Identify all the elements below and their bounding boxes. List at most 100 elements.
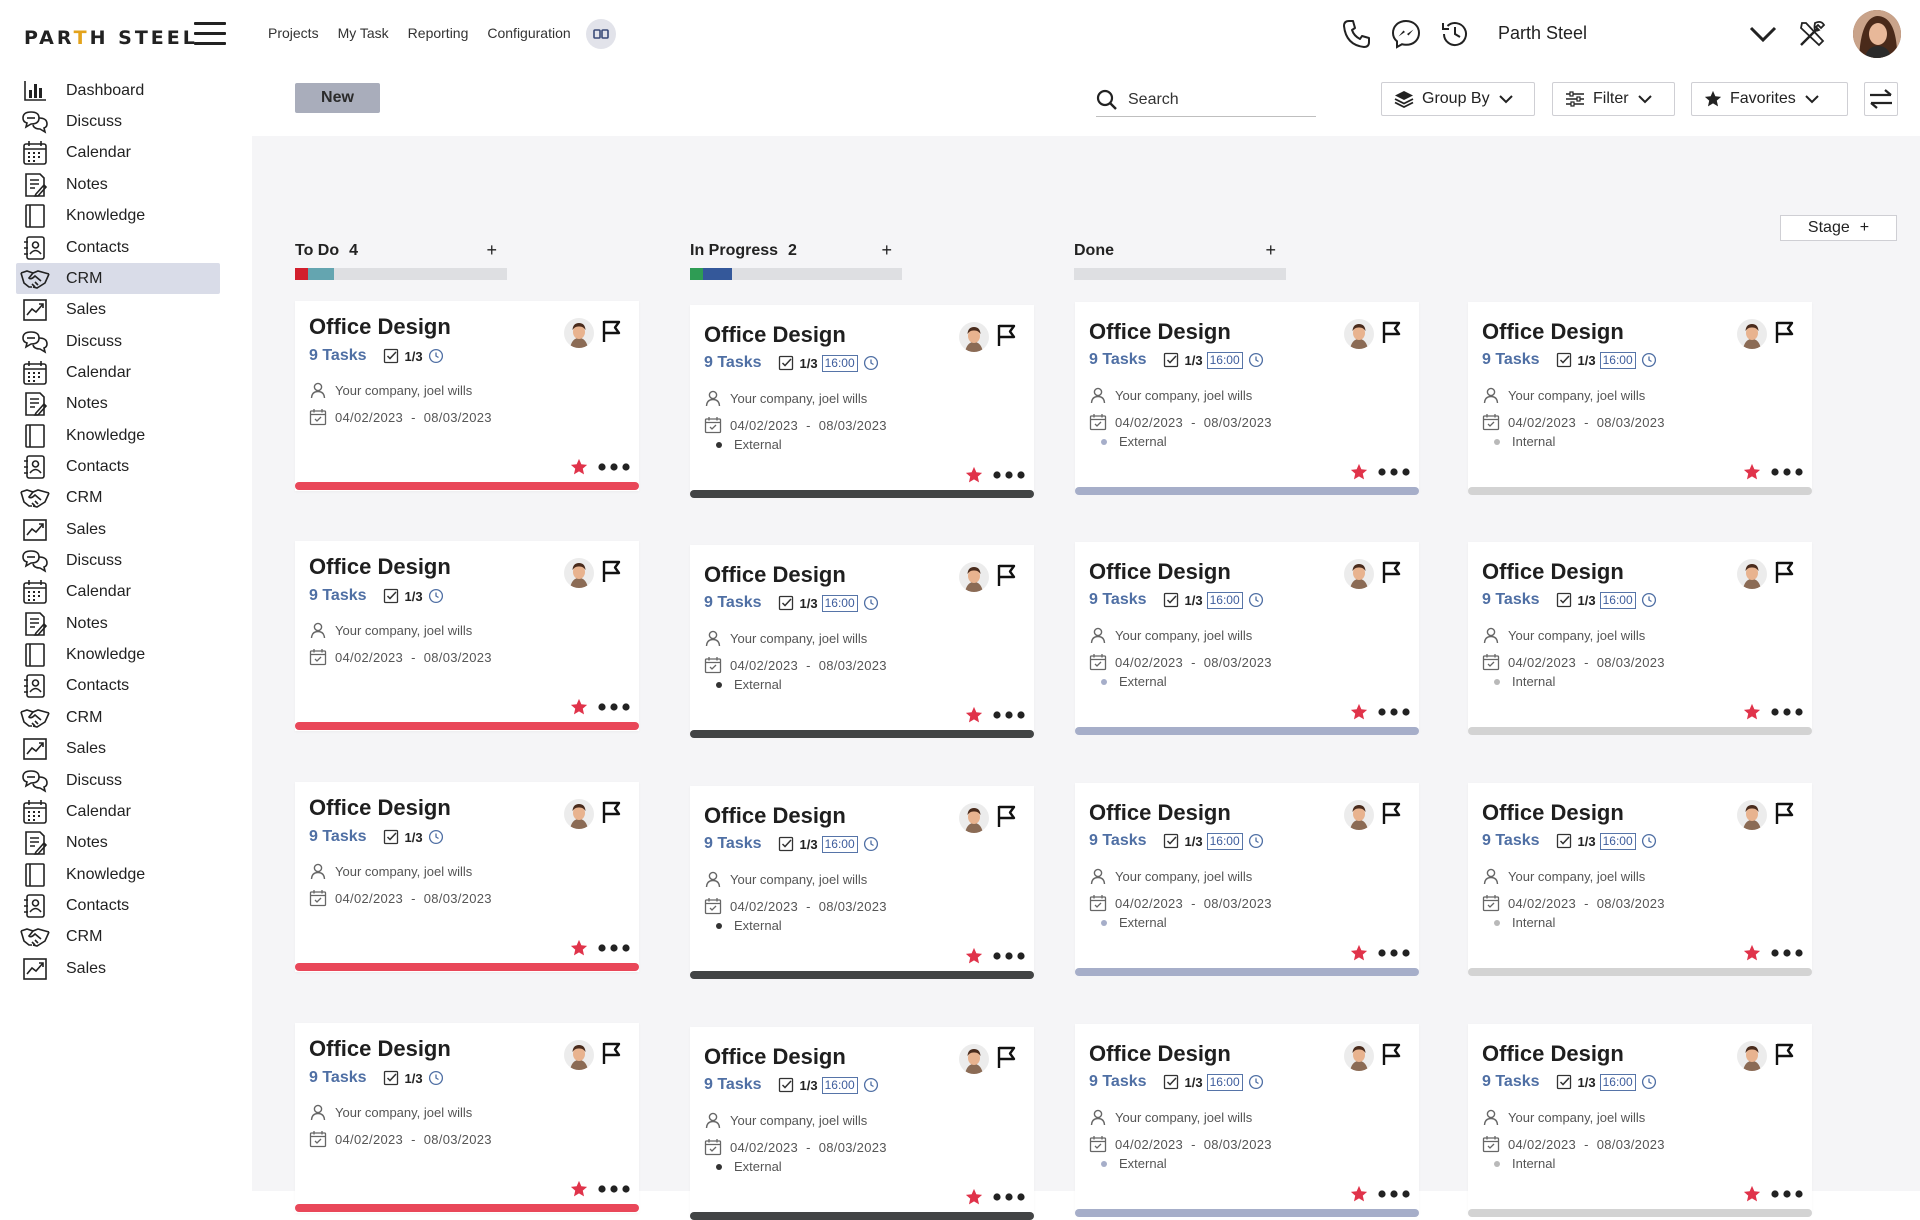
more-options-icon[interactable]: [597, 702, 631, 712]
kanban-card[interactable]: Office Design 9 Tasks 1/3 16:00 Your company…: [690, 545, 1034, 738]
kanban-card[interactable]: Office Design 9 Tasks 1/3 16:00 Your company…: [1075, 302, 1419, 495]
more-options-icon[interactable]: [1770, 948, 1804, 958]
more-options-icon[interactable]: [597, 1184, 631, 1194]
assignee-avatar[interactable]: [1344, 559, 1374, 589]
sidebar-item-discuss[interactable]: Discuss: [16, 326, 220, 357]
sidebar-item-notes[interactable]: Notes: [16, 388, 220, 419]
task-count[interactable]: 9 Tasks: [309, 587, 367, 605]
favorite-star-icon[interactable]: [965, 466, 983, 484]
assignee-avatar[interactable]: [1737, 559, 1767, 589]
flag-icon[interactable]: [600, 1041, 622, 1065]
hamburger-menu-icon[interactable]: [194, 20, 228, 46]
sidebar-item-contacts[interactable]: Contacts: [16, 890, 220, 921]
filter-button[interactable]: Filter: [1552, 82, 1675, 116]
more-options-icon[interactable]: [1770, 707, 1804, 717]
sidebar-item-crm[interactable]: CRM: [16, 921, 220, 952]
task-count[interactable]: 9 Tasks: [1482, 591, 1540, 609]
assignee-avatar[interactable]: [564, 799, 594, 829]
nav-projects[interactable]: Projects: [268, 25, 319, 41]
more-options-icon[interactable]: [992, 470, 1026, 480]
favorite-star-icon[interactable]: [570, 939, 588, 957]
company-name[interactable]: Parth Steel: [1498, 23, 1587, 44]
flag-icon[interactable]: [995, 1045, 1017, 1069]
flag-icon[interactable]: [600, 559, 622, 583]
more-options-icon[interactable]: [992, 710, 1026, 720]
favorite-star-icon[interactable]: [1350, 1185, 1368, 1203]
sidebar-item-notes[interactable]: Notes: [16, 827, 220, 858]
sidebar-item-dashboard[interactable]: Dashboard: [16, 75, 220, 106]
chevron-down-icon[interactable]: [1746, 17, 1780, 51]
task-count[interactable]: 9 Tasks: [309, 1069, 367, 1087]
assignee-avatar[interactable]: [1344, 800, 1374, 830]
swap-view-button[interactable]: [1864, 82, 1898, 116]
nav-reporting[interactable]: Reporting: [408, 25, 469, 41]
sidebar-item-knowledge[interactable]: Knowledge: [16, 859, 220, 890]
add-card-button[interactable]: +: [486, 240, 497, 261]
more-options-icon[interactable]: [597, 943, 631, 953]
assignee-avatar[interactable]: [1344, 1041, 1374, 1071]
kanban-card[interactable]: Office Design 9 Tasks 1/3 Your company, joe…: [295, 541, 639, 731]
flag-icon[interactable]: [1380, 1042, 1402, 1066]
favorite-star-icon[interactable]: [965, 947, 983, 965]
favorite-star-icon[interactable]: [1350, 463, 1368, 481]
task-count[interactable]: 9 Tasks: [704, 835, 762, 853]
flag-icon[interactable]: [1773, 801, 1795, 825]
sidebar-item-calendar[interactable]: Calendar: [16, 357, 220, 388]
favorite-star-icon[interactable]: [965, 706, 983, 724]
phone-icon[interactable]: [1340, 17, 1374, 51]
sidebar-item-knowledge[interactable]: Knowledge: [16, 200, 220, 231]
toggle-view-button[interactable]: [586, 19, 616, 49]
kanban-card[interactable]: Office Design 9 Tasks 1/3 Your company, joe…: [295, 301, 639, 491]
group-by-button[interactable]: Group By: [1381, 82, 1535, 116]
sidebar-item-calendar[interactable]: Calendar: [16, 576, 220, 607]
sidebar-item-calendar[interactable]: Calendar: [16, 796, 220, 827]
kanban-card[interactable]: Office Design 9 Tasks 1/3 16:00 Your company…: [690, 1027, 1034, 1220]
user-avatar[interactable]: [1853, 10, 1901, 58]
task-count[interactable]: 9 Tasks: [1089, 351, 1147, 369]
sidebar-item-discuss[interactable]: Discuss: [16, 106, 220, 137]
sidebar-item-contacts[interactable]: Contacts: [16, 451, 220, 482]
app-logo[interactable]: PARTH STEEL: [24, 27, 198, 49]
kanban-card[interactable]: Office Design 9 Tasks 1/3 16:00 Your company…: [690, 305, 1034, 498]
task-count[interactable]: 9 Tasks: [1482, 351, 1540, 369]
kanban-card[interactable]: Office Design 9 Tasks 1/3 16:00 Your company…: [1075, 542, 1419, 735]
assignee-avatar[interactable]: [564, 318, 594, 348]
add-card-button[interactable]: +: [881, 240, 892, 261]
search-input[interactable]: [1126, 90, 1310, 110]
flag-icon[interactable]: [995, 804, 1017, 828]
more-options-icon[interactable]: [1770, 467, 1804, 477]
assignee-avatar[interactable]: [564, 558, 594, 588]
assignee-avatar[interactable]: [1737, 1041, 1767, 1071]
task-count[interactable]: 9 Tasks: [704, 1076, 762, 1094]
nav-configuration[interactable]: Configuration: [487, 25, 570, 41]
flag-icon[interactable]: [995, 323, 1017, 347]
more-options-icon[interactable]: [1377, 707, 1411, 717]
kanban-card[interactable]: Office Design 9 Tasks 1/3 16:00 Your company…: [1468, 783, 1812, 976]
flag-icon[interactable]: [1380, 801, 1402, 825]
sidebar-item-sales[interactable]: Sales: [16, 294, 220, 325]
more-options-icon[interactable]: [992, 1192, 1026, 1202]
task-count[interactable]: 9 Tasks: [309, 828, 367, 846]
favorites-button[interactable]: Favorites: [1691, 82, 1848, 116]
sidebar-item-discuss[interactable]: Discuss: [16, 765, 220, 796]
sidebar-item-contacts[interactable]: Contacts: [16, 670, 220, 701]
kanban-card[interactable]: Office Design 9 Tasks 1/3 16:00 Your company…: [1468, 1024, 1812, 1217]
assignee-avatar[interactable]: [1344, 319, 1374, 349]
assignee-avatar[interactable]: [1737, 319, 1767, 349]
sidebar-item-sales[interactable]: Sales: [16, 733, 220, 764]
assignee-avatar[interactable]: [959, 562, 989, 592]
favorite-star-icon[interactable]: [1743, 944, 1761, 962]
messenger-icon[interactable]: [1389, 17, 1423, 51]
assignee-avatar[interactable]: [959, 322, 989, 352]
nav-my-task[interactable]: My Task: [338, 25, 389, 41]
favorite-star-icon[interactable]: [1350, 703, 1368, 721]
kanban-card[interactable]: Office Design 9 Tasks 1/3 Your company, joe…: [295, 782, 639, 972]
task-count[interactable]: 9 Tasks: [1089, 832, 1147, 850]
new-button[interactable]: New: [295, 83, 380, 113]
flag-icon[interactable]: [600, 319, 622, 343]
more-options-icon[interactable]: [1377, 948, 1411, 958]
kanban-card[interactable]: Office Design 9 Tasks 1/3 16:00 Your company…: [1468, 302, 1812, 495]
history-clock-icon[interactable]: [1438, 17, 1472, 51]
assignee-avatar[interactable]: [1737, 800, 1767, 830]
flag-icon[interactable]: [1773, 320, 1795, 344]
